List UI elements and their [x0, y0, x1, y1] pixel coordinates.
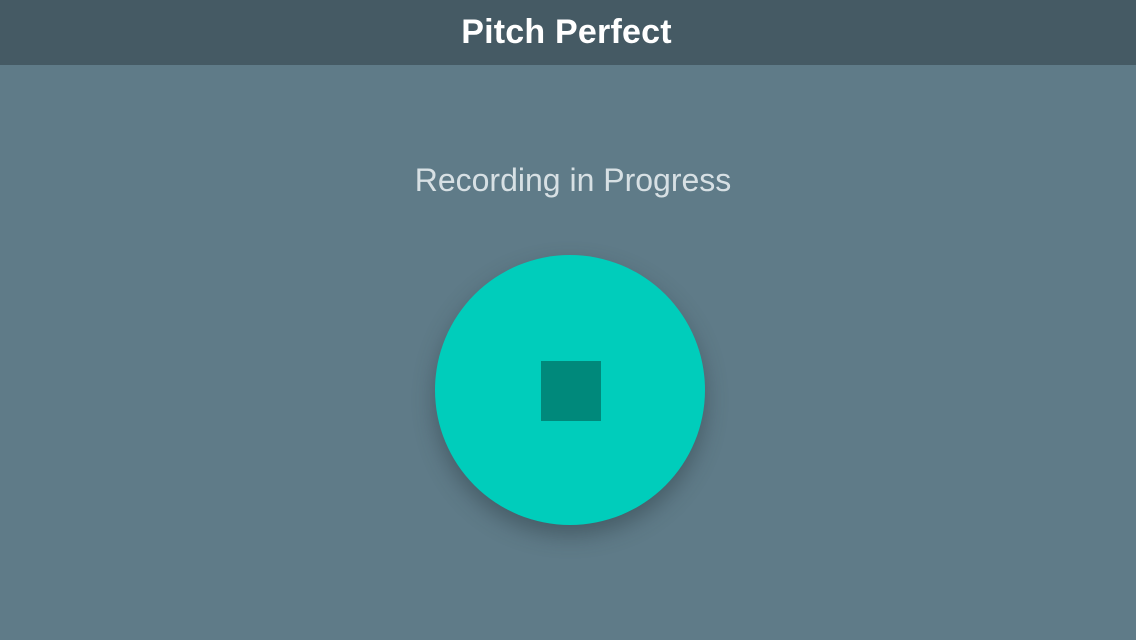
stop-icon [541, 361, 601, 421]
nav-title: Pitch Perfect [461, 13, 672, 51]
stop-recording-button[interactable] [435, 255, 705, 525]
recording-status-label: Recording in Progress [414, 162, 732, 198]
navigation-bar: Pitch Perfect [0, 0, 1136, 65]
